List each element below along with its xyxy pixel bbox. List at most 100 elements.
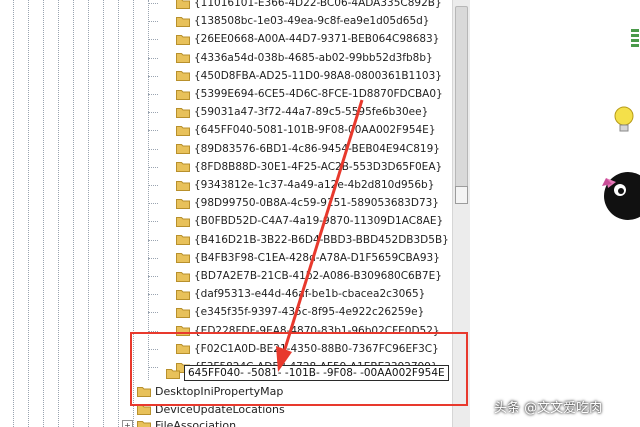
tree-item-guid[interactable]: {daf95313-e44d-46af-be1b-cbacea2c3065} <box>148 285 426 303</box>
folder-icon <box>176 271 190 282</box>
tree-item-label: {B0FBD52D-C4A7-4a19-9870-11309D1AC8AE} <box>194 215 444 228</box>
tree-item-guid[interactable]: {F02C1A0D-BE21-4350-88B0-7367FC96EF3C} <box>148 340 439 358</box>
tree-item-label: {5399E694-6CE5-4D6C-8FCE-1D8870FDCBA0} <box>194 88 443 100</box>
tree-item-label: {B4FB3F98-C1EA-428d-A78A-D1F5659CBA93} <box>194 251 440 264</box>
tree-item-guid[interactable]: {26EE0668-A00A-44D7-9371-BEB064C98683} <box>148 30 440 48</box>
tree-item-label: {11016101-E366-4D22-BC06-4ADA335C892B} <box>194 0 442 9</box>
scrollbar-thumb[interactable] <box>455 186 468 204</box>
folder-icon <box>176 326 190 337</box>
tree-item-guid[interactable]: {e345f35f-9397-435c-8f95-4e922c26259e} <box>148 303 425 321</box>
folder-icon <box>176 344 190 355</box>
folder-icon <box>176 253 190 264</box>
folder-icon <box>176 53 190 64</box>
tree-item-label: {89D83576-6BD1-4c86-9454-BEB04E94C819} <box>194 142 440 155</box>
tree-guide-line <box>73 0 74 427</box>
tree-branch-line <box>148 348 158 350</box>
tree-branch-line <box>148 3 158 4</box>
tree-item-guid[interactable]: {9343812e-1c37-4a49-a12e-4b2d810d956b} <box>148 176 435 194</box>
tree-item-label: {8FD8B88D-30E1-4F25-AC2B-553D3D65F0EA} <box>194 160 443 173</box>
tree-item-guid[interactable]: {645FF040-5081-101B-9F08-00AA002F954E} <box>148 121 436 139</box>
tree-item-guid[interactable]: {59031a47-3f72-44a7-89c5-5595fe6b30ee} <box>148 103 429 121</box>
watermark: 头条 @文文爱吃肉 <box>494 401 603 416</box>
tree-item-guid[interactable]: {4336a54d-038b-4685-ab02-99bb52d3fb8b} <box>148 49 433 67</box>
folder-icon <box>176 89 190 100</box>
tree-guide-line <box>103 0 104 427</box>
folder-icon <box>176 107 190 118</box>
tree-item-label: {59031a47-3f72-44a7-89c5-5595fe6b30ee} <box>194 106 429 119</box>
signal-bars-icon <box>631 29 639 47</box>
rename-input[interactable]: 645FF040- -5081- -101B- -9F08- -00AA002F… <box>184 365 449 381</box>
folder-icon <box>166 368 180 379</box>
folder-icon <box>176 289 190 300</box>
expander-icon[interactable]: + <box>122 419 133 427</box>
folder-icon <box>176 198 190 209</box>
tree-item-label: {645FF040-5081-101B-9F08-00AA002F954E} <box>194 124 436 137</box>
folder-icon <box>137 404 151 415</box>
tree-item-guid[interactable]: {11016101-E366-4D22-BC06-4ADA335C892B} <box>148 0 442 12</box>
tree-item-guid[interactable]: {89D83576-6BD1-4c86-9454-BEB04E94C819} <box>148 140 440 158</box>
folder-icon <box>137 386 151 397</box>
tree-item-label: {BD7A2E7B-21CB-41b2-A086-B309680C6B7E} <box>194 270 442 282</box>
tree-item-editing[interactable]: 645FF040- -5081- -101B- -9F08- -00AA002F… <box>166 364 449 382</box>
folder-icon <box>176 235 190 246</box>
tree-item-label: {9343812e-1c37-4a49-a12e-4b2d810d956b} <box>194 179 435 191</box>
scrollbar-track-upper <box>455 6 468 198</box>
tree-branch-line <box>148 39 158 41</box>
tree-branch-line <box>148 57 158 59</box>
tree-branch-line <box>148 94 158 95</box>
tree-item-guid[interactable]: {B416D21B-3B22-B6D4-BBD3-BBD452DB3D5B} <box>148 231 449 249</box>
folder-icon <box>176 34 190 45</box>
tree-item-label: DeviceUpdateLocations <box>155 402 285 416</box>
tree-item-desktopinipropertymap[interactable]: DesktopIniPropertyMap <box>137 382 283 400</box>
folder-icon <box>176 0 190 9</box>
tree-item-label: {daf95313-e44d-46af-be1b-cbacea2c3065} <box>194 288 426 301</box>
tree-branch-line <box>148 203 158 205</box>
tree-guide-line <box>118 0 119 427</box>
folder-icon <box>176 125 190 136</box>
tree-item-guid[interactable]: {450D8FBA-AD25-11D0-98A8-0800361B1103} <box>148 67 442 85</box>
tree-guide-line <box>28 0 29 427</box>
tree-branch-line <box>148 166 158 168</box>
lightbulb-icon <box>614 106 634 132</box>
tree-guide-line <box>133 0 134 427</box>
tree-item-label: {F02C1A0D-BE21-4350-88B0-7367FC96EF3C} <box>194 342 439 355</box>
tree-item-guid[interactable]: {138508bc-1e03-49ea-9c8f-ea9e1d05d65d} <box>148 12 430 30</box>
folder-icon <box>176 71 190 82</box>
folder-icon <box>176 16 190 27</box>
tree-branch-line <box>148 367 158 368</box>
tree-branch-line <box>148 21 158 23</box>
folder-icon <box>176 216 190 227</box>
tree-item-guid[interactable]: {BD7A2E7B-21CB-41b2-A086-B309680C6B7E} <box>148 267 442 285</box>
tree-branch-line <box>148 75 158 77</box>
folder-icon <box>176 144 190 155</box>
tree-item-label: {4336a54d-038b-4685-ab02-99bb52d3fb8b} <box>194 51 433 64</box>
tree-branch-line <box>148 276 158 277</box>
tree-item-label: {B416D21B-3B22-B6D4-BBD3-BBD452DB3D5B} <box>194 233 449 246</box>
tree-item-fileassociation[interactable]: + FileAssociation <box>122 416 236 427</box>
tree-guide-line <box>13 0 14 427</box>
tree-item-guid[interactable]: {8FD8B88D-30E1-4F25-AC2B-553D3D65F0EA} <box>148 158 443 176</box>
tree-branch-line <box>148 130 158 132</box>
tree-item-guid[interactable]: {ED228FDF-9EA8-4870-83b1-96b02CFE0D52} <box>148 322 440 340</box>
folder-icon <box>176 307 190 318</box>
tree-item-guid[interactable]: {B0FBD52D-C4A7-4a19-9870-11309D1AC8AE} <box>148 212 444 230</box>
tree-guide-line <box>88 0 89 427</box>
tree-branch-line <box>148 330 158 332</box>
cartoon-character-icon <box>602 172 640 220</box>
tree-item-guid[interactable]: {B4FB3F98-C1EA-428d-A78A-D1F5659CBA93} <box>148 249 440 267</box>
folder-icon <box>137 420 151 427</box>
tree-guide-line <box>43 0 44 427</box>
tree-item-label: {ED228FDF-9EA8-4870-83b1-96b02CFE0D52} <box>194 324 440 337</box>
values-pane[interactable] <box>470 0 640 427</box>
tree-scrollbar[interactable] <box>452 0 470 427</box>
tree-guide-line <box>58 0 59 427</box>
tree-branch-line <box>148 185 158 186</box>
tree-item-label: {138508bc-1e03-49ea-9c8f-ea9e1d05d65d} <box>194 15 430 28</box>
registry-tree-pane[interactable]: {11016101-E366-4D22-BC06-4ADA335C892B} {1… <box>0 0 452 427</box>
tree-item-guid[interactable]: {5399E694-6CE5-4D6C-8FCE-1D8870FDCBA0} <box>148 85 443 103</box>
folder-icon <box>176 162 190 173</box>
tree-item-label: {e345f35f-9397-435c-8f95-4e922c26259e} <box>194 306 425 319</box>
tree-item-label: FileAssociation <box>155 418 237 427</box>
tree-item-label: {26EE0668-A00A-44D7-9371-BEB064C98683} <box>194 33 440 46</box>
tree-item-guid[interactable]: {98D99750-0B8A-4c59-9151-589053683D73} <box>148 194 439 212</box>
